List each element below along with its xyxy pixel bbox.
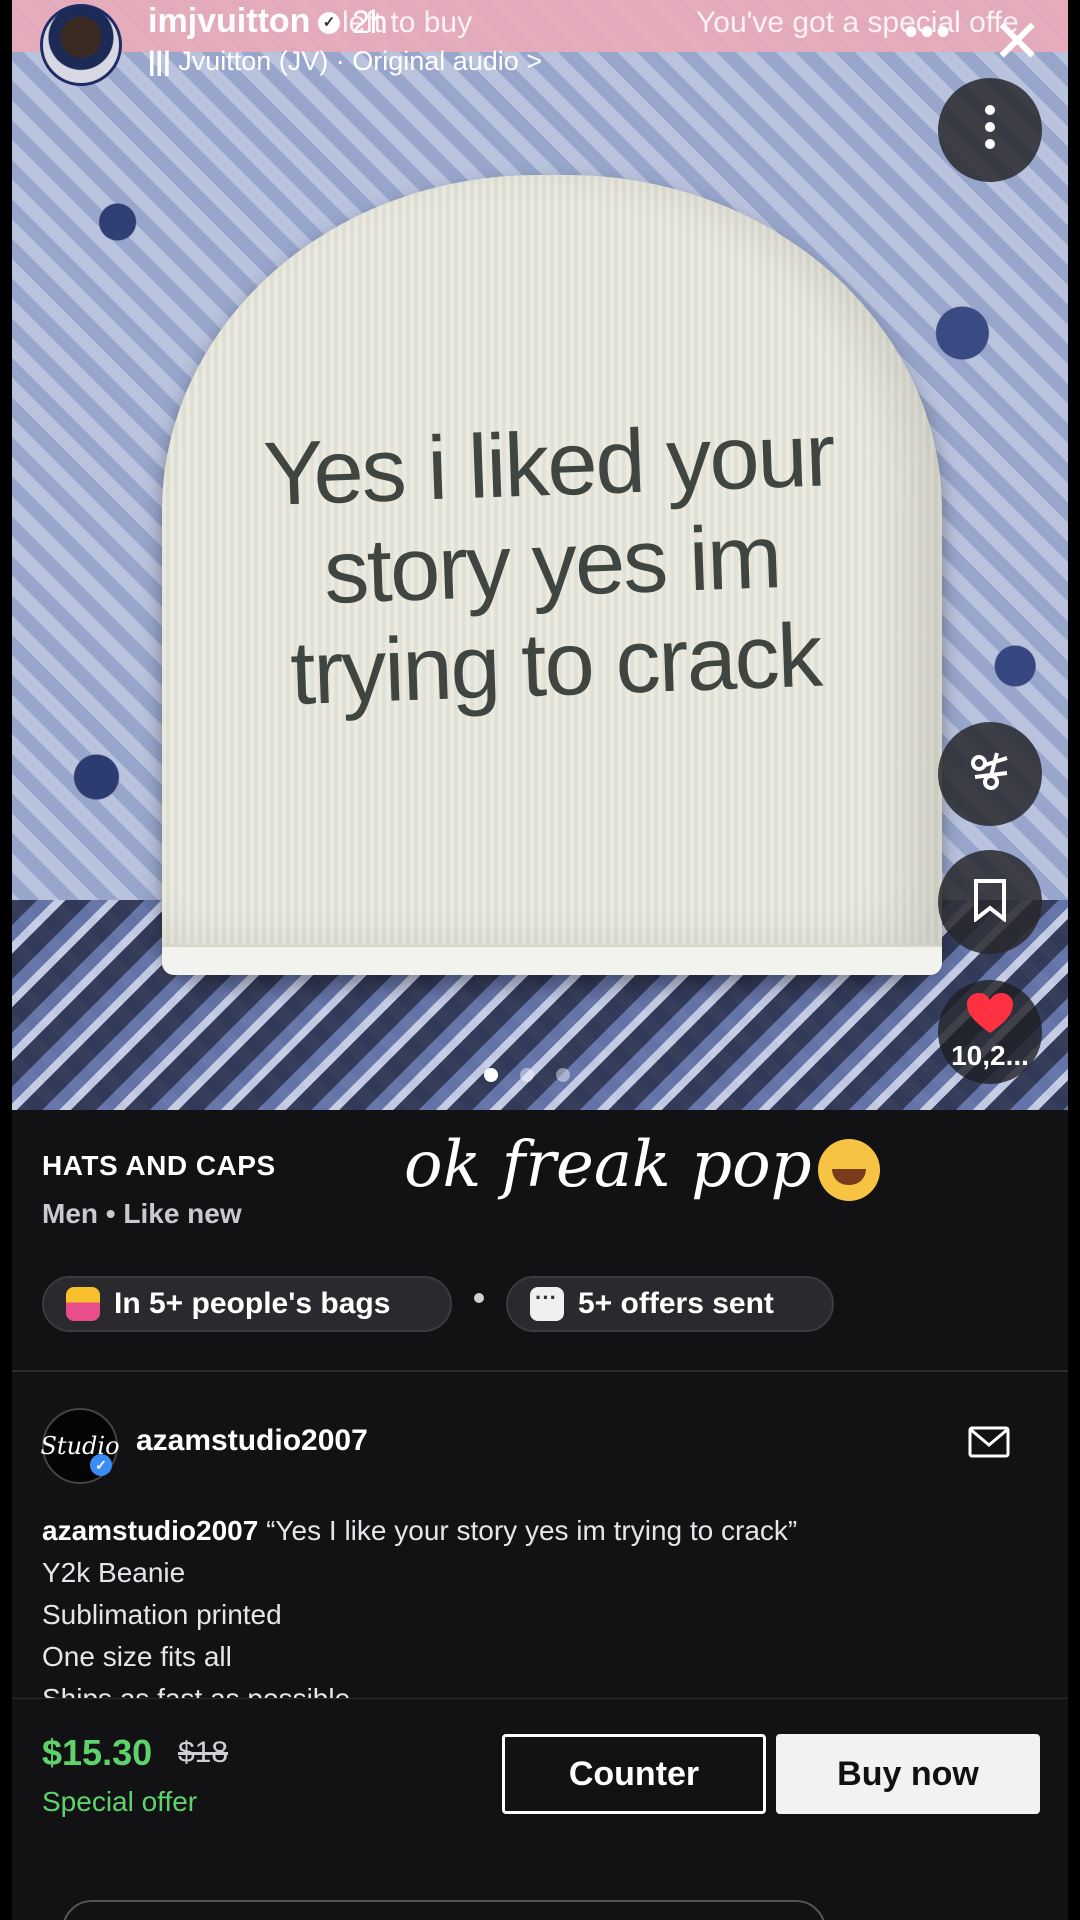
product-category: HATS AND CAPS [42, 1150, 276, 1181]
reply-input[interactable] [62, 1900, 826, 1920]
story-avatar[interactable] [40, 4, 122, 86]
pager-dot-active[interactable] [484, 1068, 498, 1082]
promo-text-right: You've got a special offe [696, 6, 1019, 39]
description-first-line: azamstudio2007 “Yes I like your story ye… [42, 1510, 1042, 1552]
product-description: azamstudio2007 “Yes I like your story ye… [42, 1510, 1042, 1720]
description-line: Sublimation printed [42, 1599, 282, 1630]
photo-pager [484, 1068, 570, 1082]
offers-chip[interactable]: 5+ offers sent [506, 1276, 834, 1332]
beanie-image: Yes i liked your story yes im trying to … [162, 175, 942, 975]
beanie-print-text: Yes i liked your story yes im trying to … [261, 405, 836, 725]
kebab-vertical-icon [985, 104, 995, 156]
story-time: 2h [352, 4, 388, 40]
crying-face-icon [817, 1138, 880, 1201]
description-line: One size fits all [42, 1641, 232, 1672]
shopping-bag-icon [66, 1287, 100, 1321]
app-frame: Yes i liked your story yes im trying to … [12, 0, 1068, 1920]
section-divider [12, 1370, 1068, 1372]
pager-dot[interactable] [520, 1068, 534, 1082]
beanie-brim [162, 945, 942, 975]
bookmark-icon [973, 878, 1007, 927]
story-caption: ok freak pop [404, 1128, 880, 1202]
speech-bubble-icon [530, 1285, 564, 1321]
like-count: 10,2... [951, 1040, 1029, 1071]
description-quote: “Yes I like your story yes im trying to … [266, 1515, 798, 1546]
verified-icon: ✓ [318, 12, 340, 34]
pager-dot[interactable] [556, 1068, 570, 1082]
special-offer-label: Special offer [42, 1786, 198, 1817]
ellipsis-horizontal-icon[interactable]: ••• [904, 10, 952, 55]
counter-button[interactable]: Counter [502, 1734, 766, 1814]
original-price: $18 [178, 1736, 229, 1769]
offers-chip-label: 5+ offers sent [578, 1287, 774, 1320]
story-audio[interactable]: ||| Jvuitton (JV) · Original audio > [148, 46, 542, 77]
bags-chip[interactable]: In 5+ people's bags [42, 1276, 452, 1332]
share-icon [967, 749, 1013, 800]
mail-icon[interactable] [968, 1426, 1010, 1458]
buy-now-button[interactable]: Buy now [776, 1734, 1040, 1814]
save-button[interactable] [938, 850, 1042, 954]
more-options-button[interactable] [938, 78, 1042, 182]
audio-label: Jvuitton (JV) · Original audio > [178, 46, 543, 76]
story-username[interactable]: imjvuitton [148, 2, 310, 41]
verified-icon: ✓ [90, 1454, 112, 1476]
seller-name[interactable]: azamstudio2007 [136, 1424, 368, 1458]
audio-bars-icon: ||| [148, 46, 171, 76]
heart-icon [965, 991, 1015, 1040]
product-condition: Men • Like new [42, 1198, 242, 1229]
price: $15.30 [42, 1732, 153, 1773]
share-button[interactable] [938, 722, 1042, 826]
chip-separator [474, 1293, 484, 1303]
caption-text: ok freak pop [404, 1128, 812, 1202]
close-icon[interactable]: ✕ [992, 12, 1042, 72]
bags-chip-label: In 5+ people's bags [114, 1287, 391, 1320]
product-photo[interactable]: Yes i liked your story yes im trying to … [12, 0, 1068, 1110]
description-line: Y2k Beanie [42, 1557, 186, 1588]
description-author[interactable]: azamstudio2007 [42, 1515, 258, 1546]
